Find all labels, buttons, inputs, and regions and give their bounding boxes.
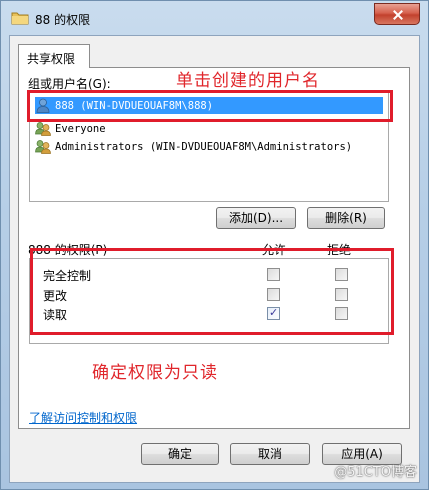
- annotation-bottom: 确定权限为只读: [92, 363, 218, 383]
- list-item-everyone[interactable]: Everyone: [35, 120, 106, 137]
- remove-button[interactable]: 删除(R): [307, 207, 385, 229]
- annotation-box-permissions: [30, 248, 394, 335]
- group-icon: [35, 122, 51, 136]
- access-control-help-link[interactable]: 了解访问控制和权限: [29, 409, 137, 426]
- tab-share-permissions[interactable]: 共享权限: [18, 44, 90, 68]
- annotation-box-user: [27, 90, 393, 122]
- watermark: @51CTO博客: [334, 465, 417, 480]
- add-button[interactable]: 添加(D)...: [216, 207, 296, 229]
- cancel-button[interactable]: 取消: [230, 443, 310, 465]
- title-bar: 88 的权限: [1, 1, 428, 35]
- window-title: 88 的权限: [35, 13, 91, 27]
- tab-label: 共享权限: [27, 52, 76, 66]
- user-name: Everyone: [55, 122, 106, 135]
- folder-icon: [11, 12, 29, 25]
- user-name: Administrators (WIN-DVDUEOUAF8M\Administ…: [55, 140, 353, 153]
- group-icon: [35, 140, 51, 154]
- annotation-top: 单击创建的用户名: [176, 71, 320, 91]
- list-item-administrators[interactable]: Administrators (WIN-DVDUEOUAF8M\Administ…: [35, 138, 352, 155]
- ok-button[interactable]: 确定: [141, 443, 219, 465]
- close-button[interactable]: [374, 3, 420, 25]
